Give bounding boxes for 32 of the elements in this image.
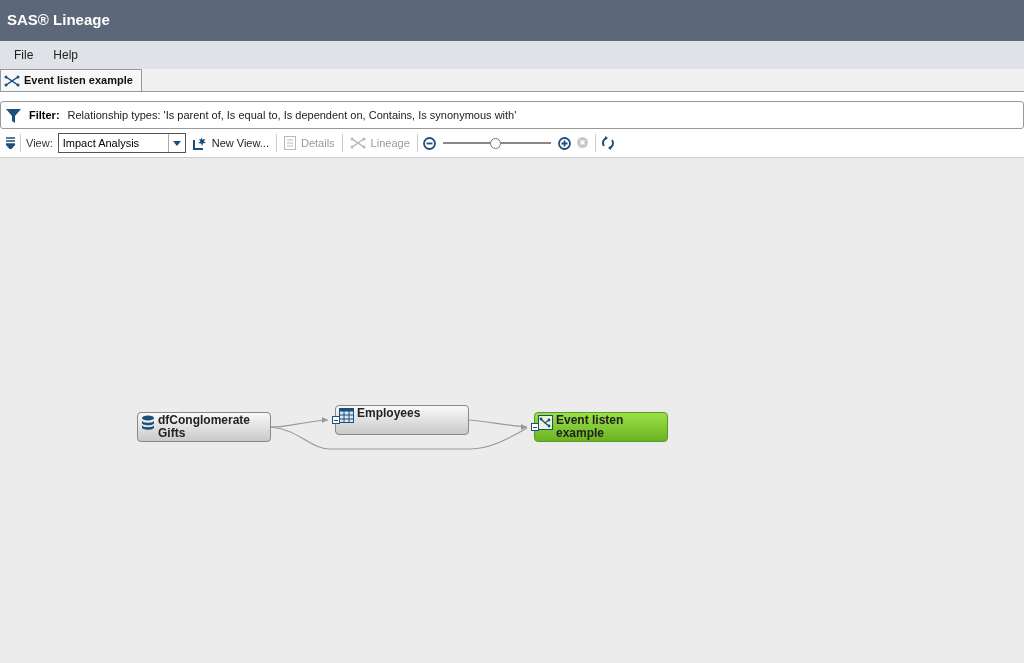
- new-view-button[interactable]: New View...: [190, 134, 271, 152]
- collapse-icon[interactable]: [6, 137, 15, 149]
- job-flow-icon: [538, 415, 553, 430]
- lineage-node[interactable]: dfConglomerate Gifts: [137, 412, 271, 442]
- table-icon: [339, 408, 354, 423]
- details-icon: [284, 136, 296, 150]
- node-label: Event listen example: [556, 414, 625, 440]
- filter-label: Filter:: [29, 107, 60, 123]
- lineage-icon: [349, 137, 366, 149]
- lineage-node[interactable]: Event listen example: [534, 412, 668, 442]
- refresh-icon[interactable]: [600, 136, 615, 150]
- dropdown-caret-icon: [172, 140, 181, 146]
- menu-item[interactable]: File: [6, 46, 42, 64]
- menu-item[interactable]: Help: [45, 46, 87, 64]
- filter-icon: [6, 107, 21, 123]
- node-label: Employees: [357, 407, 421, 420]
- zoom-in-icon[interactable]: [557, 136, 571, 150]
- database-icon: [141, 415, 155, 431]
- view-label: View:: [26, 135, 53, 151]
- app-title: SAS® Lineage: [7, 10, 110, 31]
- lineage-node[interactable]: Employees: [335, 405, 469, 435]
- new-view-icon: [192, 136, 207, 150]
- filter-text: Relationship types: 'Is parent of, Is equal to, Is dependent on, Contains, Is synonymous with': [67, 107, 517, 123]
- zoom-out-icon[interactable]: [422, 136, 436, 150]
- zoom-slider[interactable]: [442, 137, 551, 149]
- lineage-icon: [4, 74, 20, 87]
- collapse-toggle[interactable]: [332, 416, 340, 424]
- view-dropdown[interactable]: Impact Analysis: [57, 133, 186, 153]
- collapse-toggle[interactable]: [531, 423, 539, 431]
- node-label: dfConglomerate Gifts: [158, 414, 251, 440]
- slider-thumb[interactable]: [489, 137, 501, 149]
- document-tab[interactable]: Event listen example: [0, 69, 142, 91]
